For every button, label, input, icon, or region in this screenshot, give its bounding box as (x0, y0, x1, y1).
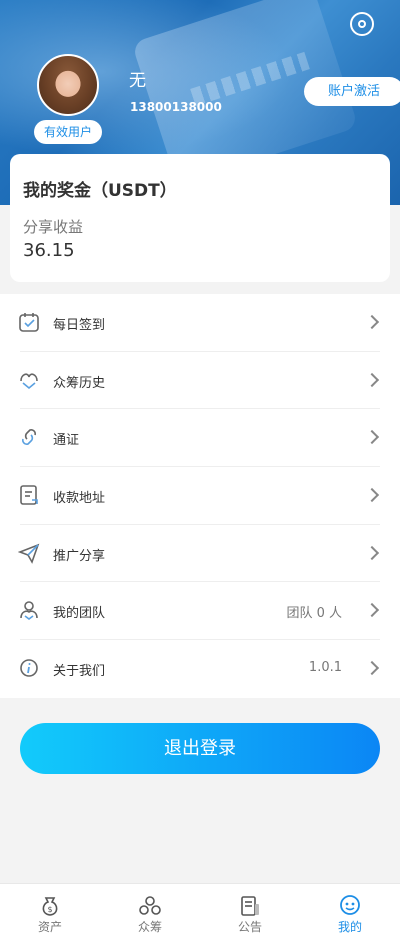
menu-item-label: 众筹历史 (53, 375, 106, 391)
team-icon (18, 599, 40, 621)
money-bag-icon: $ (38, 894, 62, 918)
user-nickname: 无 (129, 71, 146, 91)
chevron-right-icon (364, 430, 380, 445)
settings-menu: 每日签到 众筹历史 通证 收款地址 推广分享 我的团队 团队 0 人 关于我们 … (0, 294, 400, 698)
chevron-right-icon (364, 661, 380, 676)
menu-item-referral-share[interactable]: 推广分享 (0, 525, 400, 583)
handshake-icon (18, 369, 40, 391)
document-icon (18, 484, 40, 506)
tab-announcement[interactable]: 公告 (200, 884, 300, 937)
menu-item-about-us[interactable]: 关于我们 1.0.1 (0, 640, 400, 698)
chevron-right-icon (364, 603, 380, 618)
chevron-right-icon (364, 314, 380, 330)
link-icon (18, 426, 40, 448)
paper-plane-icon (18, 542, 40, 564)
chevron-right-icon (364, 487, 380, 503)
menu-item-crowdfunding-history[interactable]: 众筹历史 (0, 352, 400, 410)
bonus-label: 分享收益 (23, 218, 84, 236)
menu-item-label: 我的团队 (53, 606, 106, 622)
logout-button[interactable]: 退出登录 (20, 723, 380, 774)
svg-text:$: $ (47, 905, 52, 914)
settings-icon[interactable] (350, 12, 374, 36)
menu-item-label: 推广分享 (53, 548, 106, 564)
user-phone: 13800138000 (130, 100, 222, 114)
chevron-right-icon (364, 372, 380, 387)
app-version: 1.0.1 (308, 660, 342, 676)
tab-label: 资产 (37, 920, 62, 934)
calendar-check-icon (18, 311, 40, 333)
menu-item-label: 收款地址 (53, 491, 106, 507)
tab-label: 众筹 (137, 920, 162, 934)
announcement-icon (238, 894, 262, 918)
menu-item-label: 关于我们 (53, 664, 106, 680)
menu-item-label: 每日签到 (53, 318, 106, 333)
tab-mine[interactable]: 我的 (300, 884, 400, 937)
avatar[interactable] (37, 54, 99, 116)
bonus-card: 我的奖金（USDT） 分享收益 36.15 (10, 154, 390, 282)
chevron-right-icon (364, 545, 380, 560)
tab-crowdfunding[interactable]: 众筹 (100, 884, 200, 937)
info-icon (18, 657, 40, 679)
profile-icon (338, 894, 362, 918)
menu-item-label: 通证 (53, 433, 80, 449)
bottom-tab-bar: $ 资产 众筹 公告 我的 (0, 883, 400, 937)
crowdfunding-icon (138, 894, 162, 918)
menu-item-my-team[interactable]: 我的团队 团队 0 人 (0, 582, 400, 641)
team-count: 团队 0 人 (286, 606, 342, 622)
menu-item-daily-checkin[interactable]: 每日签到 (0, 294, 400, 352)
status-badge: 有效用户 (34, 120, 102, 144)
menu-item-token[interactable]: 通证 (0, 409, 400, 468)
tab-assets[interactable]: $ 资产 (0, 884, 100, 937)
bonus-value: 36.15 (23, 240, 75, 261)
activate-account-button[interactable]: 账户激活 (304, 77, 400, 106)
tab-label: 公告 (237, 920, 262, 934)
tab-label: 我的 (337, 920, 362, 934)
bonus-title: 我的奖金（USDT） (23, 181, 177, 201)
menu-item-payment-address[interactable]: 收款地址 (0, 467, 400, 525)
